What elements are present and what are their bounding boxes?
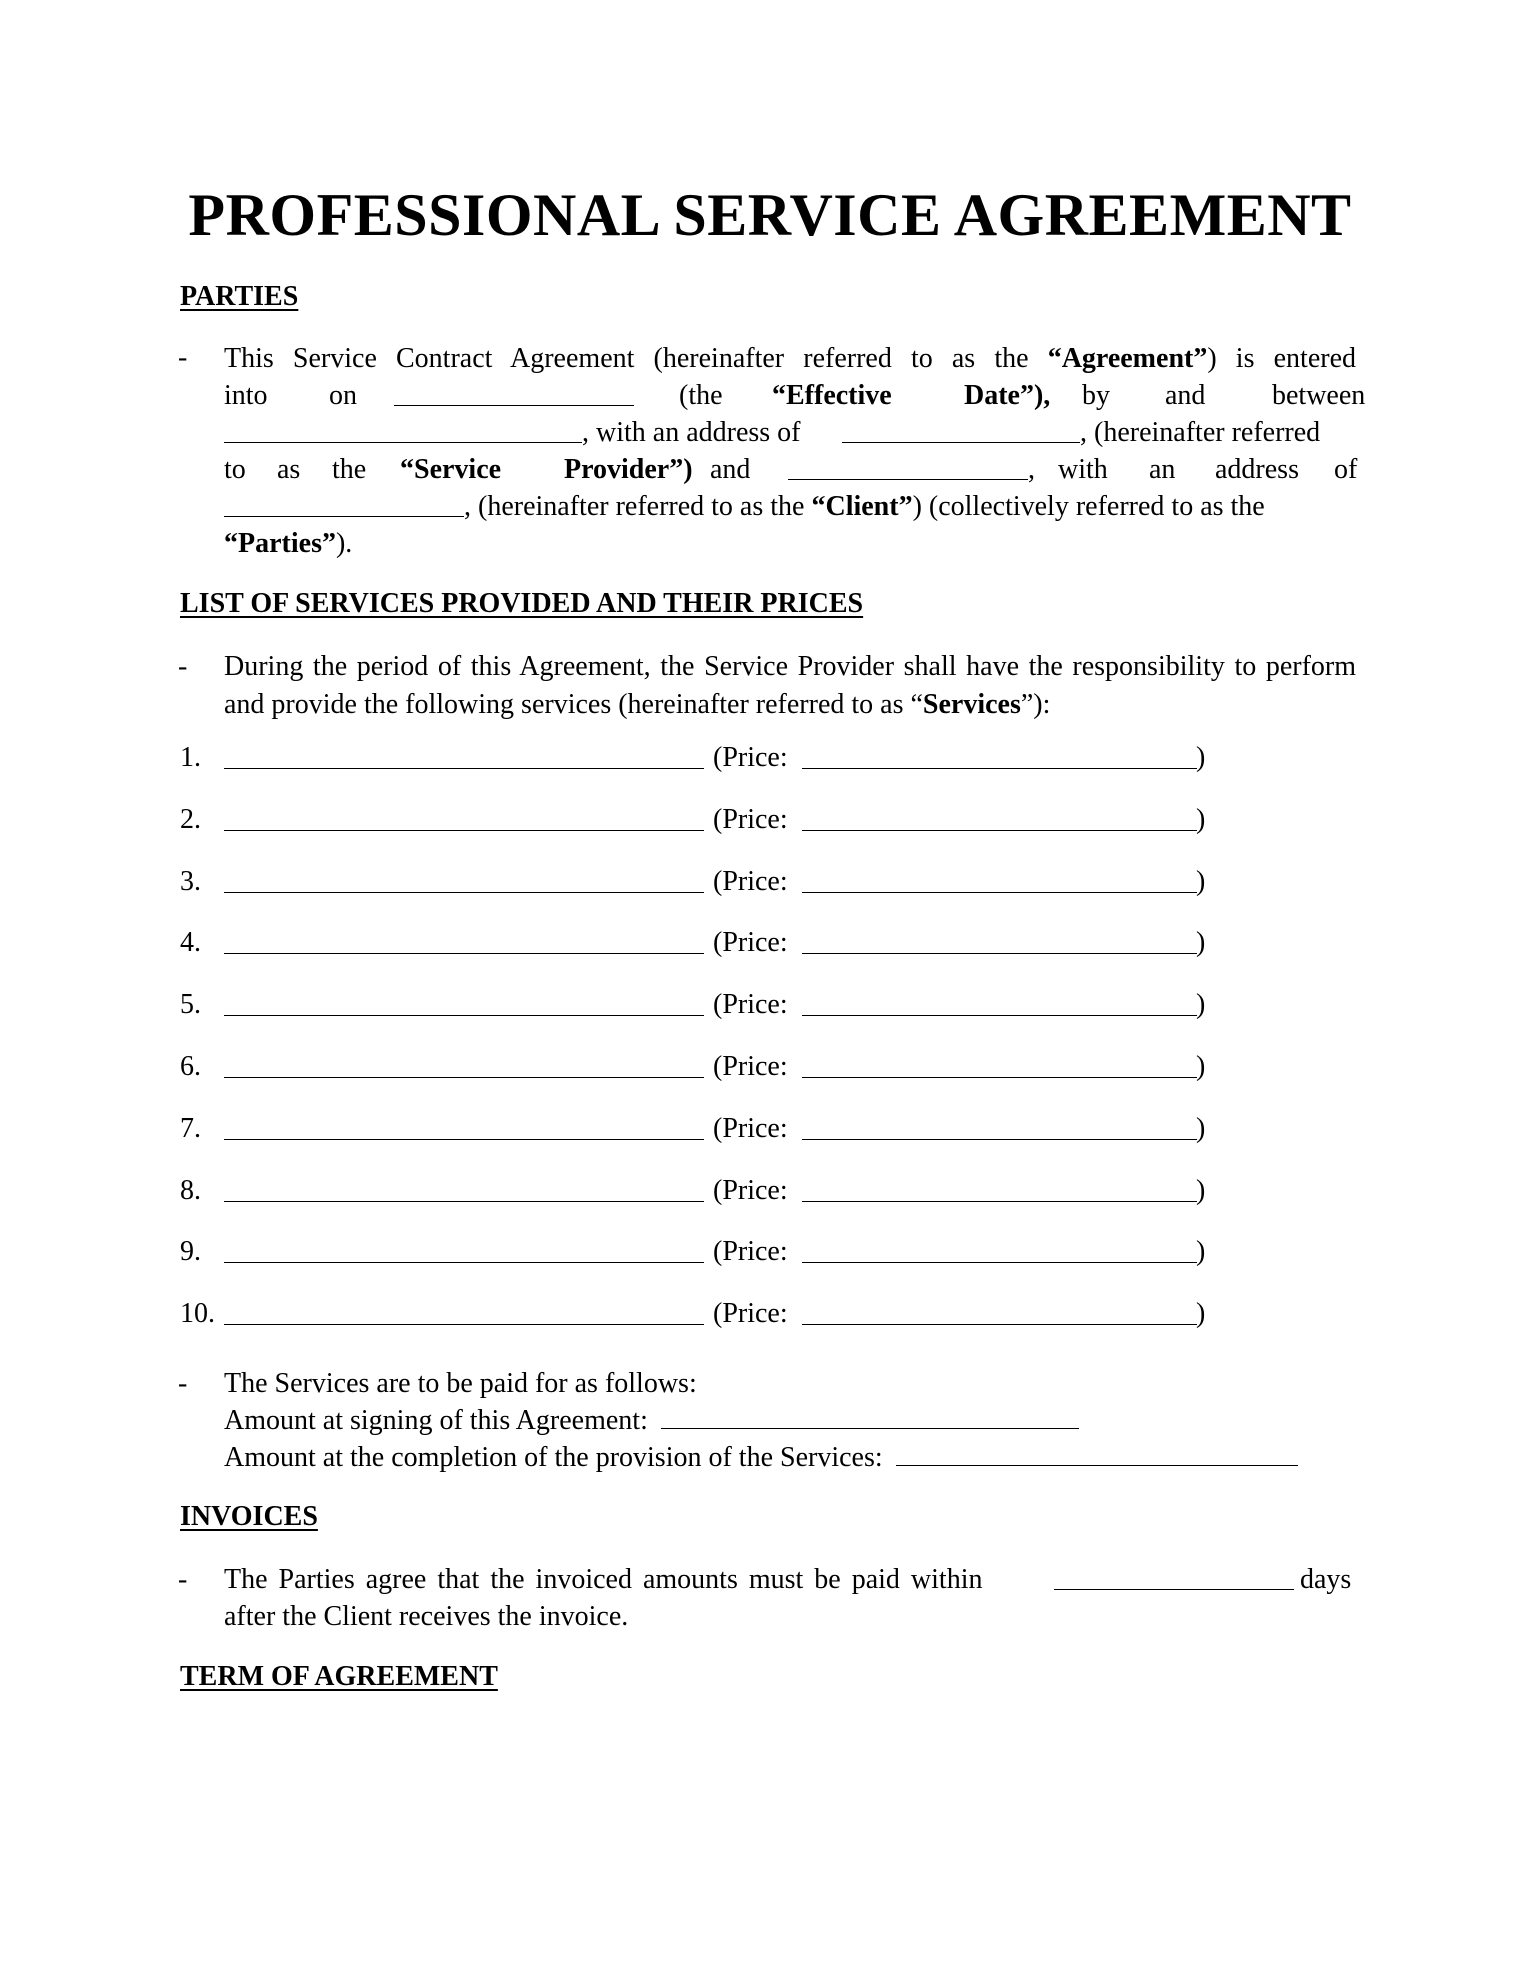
payment-completion-field[interactable] (895, 1441, 1298, 1466)
service-field[interactable] (224, 1262, 704, 1264)
price-label: (Price: (713, 742, 788, 773)
price-label: (Price: (713, 989, 788, 1021)
service-number: 8. (180, 1174, 201, 1206)
parties-line-6: “Parties”). (224, 528, 353, 559)
price-field[interactable] (802, 1262, 1197, 1264)
payment-days-field[interactable] (1054, 1565, 1294, 1590)
provider-address-field[interactable] (842, 418, 1080, 443)
service-row: 7. (Price:) (180, 1111, 1380, 1147)
close-paren: ) (1196, 1112, 1206, 1144)
service-number: 6. (180, 1051, 201, 1082)
services-intro: During the period of this Agreement, the… (224, 651, 1356, 720)
section-heading-invoices: INVOICES (180, 1501, 318, 1532)
service-row: 2. (Price:) (180, 802, 1380, 838)
price-field[interactable] (802, 1077, 1197, 1078)
payment-signing-label: Amount at signing of this Agreement: (224, 1405, 648, 1436)
service-row: 3. (Price:) (180, 864, 1380, 900)
bullet-dash: - (178, 1564, 188, 1595)
close-paren: ) (1196, 803, 1206, 835)
service-row: 10. (Price:) (180, 1296, 1380, 1332)
invoices-line-2: after the Client receives the invoice. (224, 1601, 629, 1632)
client-address-field[interactable] (224, 492, 464, 517)
service-row: 4. (Price:) (180, 925, 1380, 961)
price-field[interactable] (802, 891, 1197, 893)
effective-date-field[interactable] (394, 381, 634, 406)
service-field[interactable] (224, 1015, 704, 1017)
price-field[interactable] (802, 1324, 1197, 1326)
service-field[interactable] (224, 891, 704, 893)
price-label: (Price: (713, 1174, 788, 1206)
service-number: 5. (180, 989, 201, 1021)
close-paren: ) (1196, 1174, 1206, 1206)
service-field[interactable] (224, 953, 704, 955)
service-number: 9. (180, 1236, 201, 1268)
service-field[interactable] (224, 1077, 704, 1078)
price-label: (Price: (713, 865, 788, 897)
term-parties: “Parties” (224, 528, 336, 559)
payment-intro: The Services are to be paid for as follo… (224, 1368, 697, 1399)
bullet-dash: - (178, 651, 188, 682)
price-label: (Price: (713, 803, 788, 835)
service-field[interactable] (224, 768, 704, 769)
parties-line-1: This Service Contract Agreement (hereina… (224, 343, 1357, 374)
service-row: 9. (Price:) (180, 1234, 1380, 1270)
price-label: (Price: (713, 927, 788, 959)
price-field[interactable] (802, 1200, 1197, 1202)
service-number: 3. (180, 865, 201, 897)
client-name-field[interactable] (788, 455, 1028, 480)
close-paren: ) (1196, 1298, 1206, 1330)
document-title: PROFESSIONAL SERVICE AGREEMENT (188, 182, 1352, 248)
payment-signing-field[interactable] (660, 1404, 1079, 1429)
price-field[interactable] (802, 953, 1197, 955)
close-paren: ) (1196, 742, 1206, 773)
close-paren: ) (1196, 1236, 1206, 1268)
section-heading-services: LIST OF SERVICES PROVIDED AND THEIR PRIC… (180, 588, 864, 619)
service-row: 1. (Price:) (180, 740, 1380, 776)
price-field[interactable] (802, 768, 1197, 769)
service-field[interactable] (224, 829, 704, 831)
section-heading-parties: PARTIES (180, 281, 299, 312)
price-label: (Price: (713, 1051, 788, 1082)
service-number: 1. (180, 742, 201, 773)
section-heading-term: TERM OF AGREEMENT (180, 1661, 498, 1692)
price-field[interactable] (802, 829, 1197, 831)
term-client: “Client” (811, 491, 913, 522)
service-row: 8. (Price:) (180, 1173, 1380, 1209)
price-field[interactable] (802, 1138, 1197, 1140)
payment-completion-row: Amount at the completion of the provisio… (224, 1439, 1298, 1476)
bullet-dash: - (178, 1368, 188, 1399)
payment-completion-label: Amount at the completion of the provisio… (224, 1442, 883, 1473)
price-field[interactable] (802, 1015, 1197, 1017)
close-paren: ) (1196, 989, 1206, 1021)
service-number: 2. (180, 803, 201, 835)
bullet-dash: - (178, 342, 188, 373)
service-row: 6. (Price:) (180, 1049, 1380, 1085)
price-label: (Price: (713, 1112, 788, 1144)
payment-signing-row: Amount at signing of this Agreement: (224, 1402, 1079, 1439)
service-field[interactable] (224, 1324, 704, 1326)
service-number: 4. (180, 927, 201, 959)
close-paren: ) (1196, 1051, 1206, 1082)
price-label: (Price: (713, 1236, 788, 1268)
document-page: PROFESSIONAL SERVICE AGREEMENT PARTIES -… (0, 0, 1530, 1980)
service-number: 7. (180, 1112, 201, 1144)
term-agreement: “Agreement” (1047, 343, 1208, 374)
price-label: (Price: (713, 1298, 788, 1330)
service-row: 5. (Price:) (180, 987, 1380, 1023)
close-paren: ) (1196, 927, 1206, 959)
service-field[interactable] (224, 1138, 704, 1140)
service-number: 10. (180, 1298, 215, 1330)
service-field[interactable] (224, 1200, 704, 1202)
provider-name-field[interactable] (224, 418, 582, 443)
close-paren: ) (1196, 865, 1206, 897)
